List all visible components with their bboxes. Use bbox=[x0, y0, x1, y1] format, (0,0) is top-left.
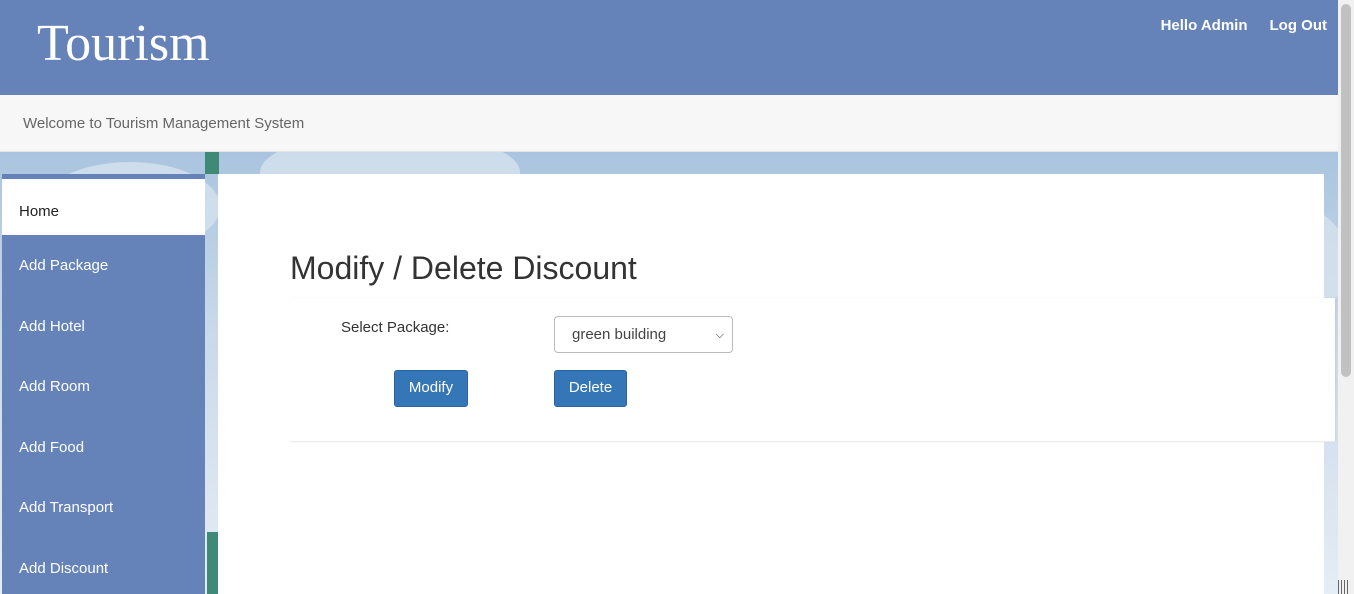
hello-admin-link[interactable]: Hello Admin bbox=[1161, 17, 1248, 34]
resize-grip-icon bbox=[1338, 580, 1350, 594]
sidebar-item-add-room[interactable]: Add Room bbox=[2, 356, 205, 417]
sidebar-item-add-food[interactable]: Add Food bbox=[2, 417, 205, 478]
brand-logo: Tourism bbox=[37, 15, 210, 72]
modify-button[interactable]: Modify bbox=[394, 370, 468, 407]
chevron-down-icon: ⌵ bbox=[715, 329, 724, 341]
sidebar-item-add-package[interactable]: Add Package bbox=[2, 235, 205, 296]
sidebar-item-add-hotel[interactable]: Add Hotel bbox=[2, 296, 205, 357]
sidebar-item-add-discount[interactable]: Add Discount bbox=[2, 538, 205, 594]
package-select[interactable]: green building ⌵ bbox=[554, 316, 733, 353]
select-package-label: Select Package: bbox=[341, 319, 450, 336]
page-title: Modify / Delete Discount bbox=[290, 250, 637, 286]
package-select-value: green building bbox=[572, 326, 667, 343]
scrollbar-thumb[interactable] bbox=[1341, 4, 1351, 377]
sidebar-item-add-transport[interactable]: Add Transport bbox=[2, 477, 205, 538]
welcome-text: Welcome to Tourism Management System bbox=[23, 115, 305, 132]
page-scrollbar[interactable] bbox=[1338, 0, 1354, 594]
logout-link[interactable]: Log Out bbox=[1270, 17, 1327, 34]
sidebar-nav: Home Add Package Add Hotel Add Room Add … bbox=[2, 174, 205, 594]
sidebar-item-home[interactable]: Home bbox=[2, 174, 205, 235]
top-header: Tourism Hello Admin Log Out bbox=[0, 0, 1338, 95]
welcome-bar: Welcome to Tourism Management System bbox=[0, 95, 1338, 152]
delete-button[interactable]: Delete bbox=[554, 370, 627, 407]
top-links: Hello Admin Log Out bbox=[1161, 17, 1327, 34]
